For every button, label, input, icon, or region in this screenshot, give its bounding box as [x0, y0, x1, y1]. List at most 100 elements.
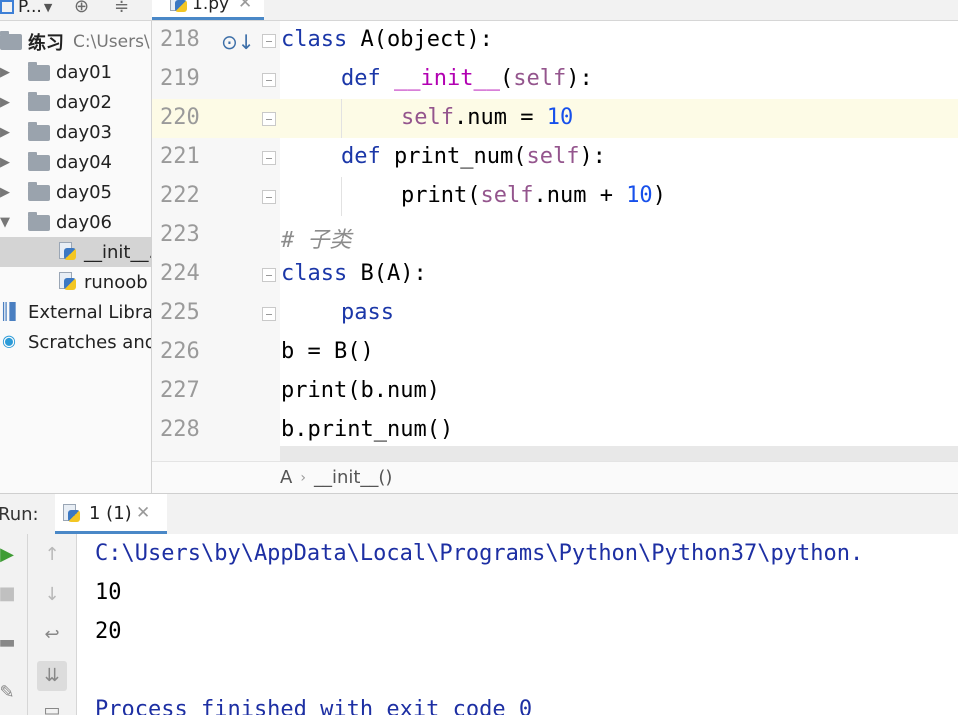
number-literal: 10: [546, 105, 574, 130]
chevron-right-icon[interactable]: ▶: [0, 155, 10, 170]
overridden-method-icon[interactable]: ⊙↓: [221, 30, 255, 54]
tree-item-day01[interactable]: ▶ day01: [0, 57, 151, 87]
folder-icon: [28, 122, 50, 141]
breadcrumb-class[interactable]: A: [280, 467, 292, 488]
python-file-icon: [63, 504, 81, 522]
tree-root[interactable]: 练习 C:\Users\: [0, 27, 151, 57]
python-file-icon: [59, 272, 77, 290]
code-text: print_num(: [380, 144, 527, 169]
code-text: B(A):: [347, 261, 427, 286]
chevron-down-icon[interactable]: ▼: [0, 215, 10, 230]
code-line-218[interactable]: class A(object):: [281, 27, 493, 52]
line-number: 224: [160, 261, 200, 286]
tree-item-day06[interactable]: ▼ day06: [0, 207, 151, 237]
tree-item-runoob[interactable]: runoob: [0, 267, 151, 297]
run-toolbar-secondary: ↑ ↓ ↩ ⇊ ▭: [28, 534, 77, 721]
tree-item-day05[interactable]: ▶ day05: [0, 177, 151, 207]
scroll-to-end-icon[interactable]: ⇊: [37, 661, 67, 691]
tree-item-label: day04: [56, 151, 113, 173]
self-param: self: [401, 105, 454, 130]
chevron-right-icon[interactable]: ▶: [0, 125, 10, 140]
line-number: 226: [160, 339, 200, 364]
chevron-right-icon[interactable]: ▶: [0, 65, 10, 80]
code-text: A(object):: [347, 27, 493, 52]
run-panel-header: Run: 1 (1) ✕: [0, 493, 958, 535]
chevron-right-icon[interactable]: ▶: [0, 95, 10, 110]
code-line-219[interactable]: def __init__(self):: [341, 66, 593, 91]
console-output-line: 20: [95, 619, 122, 644]
close-icon[interactable]: ✕: [136, 503, 150, 523]
rerun-icon[interactable]: ▶: [0, 544, 22, 565]
project-panel: 练习 C:\Users\ ▶ day01 ▶ day02 ▶ day03 ▶ d…: [0, 21, 152, 493]
fold-marker[interactable]: [262, 73, 276, 87]
console-exit-message: Process finished with exit code 0: [95, 697, 533, 715]
folder-icon: [0, 31, 22, 50]
tree-item-label: day01: [56, 61, 113, 83]
code-text: ): [652, 183, 666, 208]
fold-marker[interactable]: [262, 190, 276, 204]
code-line-227[interactable]: print(b.num): [281, 378, 440, 403]
scratches-icon: ◉: [2, 331, 16, 350]
folder-icon: [28, 92, 50, 111]
indent-guide: [341, 99, 342, 138]
number-literal: 10: [626, 183, 653, 208]
tree-item-scratches[interactable]: ◉ Scratches and: [0, 327, 151, 357]
arrow-down-icon[interactable]: ↓: [37, 584, 67, 605]
fold-marker[interactable]: [262, 151, 276, 165]
fold-marker[interactable]: [262, 34, 276, 48]
fold-marker[interactable]: [262, 268, 276, 282]
magic-method: __init__: [394, 66, 500, 91]
line-number: 223: [160, 222, 200, 247]
code-line-228[interactable]: b.print_num(): [281, 417, 453, 442]
code-text: .num +: [533, 183, 627, 208]
horizontal-scrollbar[interactable]: [280, 446, 958, 461]
code-line-224[interactable]: class B(A):: [281, 261, 427, 286]
tree-item-label: Scratches and: [28, 331, 152, 353]
python-file-icon: [170, 0, 188, 12]
code-line-221[interactable]: def print_num(self):: [341, 144, 606, 169]
tree-item-label: __init__.p: [84, 241, 151, 263]
code-line-226[interactable]: b = B(): [281, 339, 374, 364]
chevron-right-icon[interactable]: ▶: [0, 185, 10, 200]
soft-wrap-icon[interactable]: ↩: [37, 624, 67, 645]
breadcrumb-method[interactable]: __init__(): [314, 467, 393, 488]
stop-icon[interactable]: ■: [0, 583, 22, 604]
code-line-222[interactable]: print(self.num + 10): [401, 183, 666, 208]
arrow-up-icon[interactable]: ↑: [37, 544, 67, 565]
package-folder-icon: [28, 212, 50, 231]
tab-run-config[interactable]: 1 (1) ✕: [55, 494, 167, 534]
run-console-output[interactable]: C:\Users\by\AppData\Local\Programs\Pytho…: [77, 534, 958, 715]
line-number: 221: [160, 144, 200, 169]
tree-item-day03[interactable]: ▶ day03: [0, 117, 151, 147]
layout-icon[interactable]: ▬: [0, 632, 22, 653]
run-label: Run:: [0, 504, 39, 525]
self-param: self: [480, 183, 534, 208]
fold-marker[interactable]: [262, 307, 276, 321]
tree-item-day02[interactable]: ▶ day02: [0, 87, 151, 117]
print-icon[interactable]: ▭: [37, 700, 67, 721]
code-line-225[interactable]: pass: [341, 300, 394, 325]
collapse-icon[interactable]: ≑: [114, 0, 129, 17]
keyword: def: [341, 66, 381, 91]
project-view-label: P...: [18, 0, 42, 17]
fold-marker[interactable]: [262, 112, 276, 126]
tree-item-day04[interactable]: ▶ day04: [0, 147, 151, 177]
close-icon[interactable]: ✕: [238, 0, 252, 13]
tab-1-py[interactable]: 1.py ✕: [152, 0, 264, 20]
tree-item-external-libraries[interactable]: ║▌ External Librar: [0, 297, 151, 327]
code-line-223[interactable]: # 子类: [281, 222, 352, 254]
root-name: 练习: [28, 33, 64, 54]
code-line-220[interactable]: self.num = 10: [401, 105, 573, 130]
pin-icon[interactable]: ✎: [0, 682, 22, 703]
project-view-dropdown[interactable]: P... ▼: [0, 0, 52, 20]
globe-icon[interactable]: ⊕: [74, 0, 89, 17]
keyword: def: [341, 144, 381, 169]
project-icon: [0, 0, 14, 14]
chevron-down-icon: ▼: [43, 0, 53, 14]
line-number: 222: [160, 183, 200, 208]
folder-icon: [28, 62, 50, 81]
tree-item-init-py[interactable]: __init__.p: [0, 237, 151, 267]
breadcrumb: A › __init__(): [152, 461, 958, 493]
code-text: ):: [579, 144, 606, 169]
keyword: class: [281, 27, 348, 52]
